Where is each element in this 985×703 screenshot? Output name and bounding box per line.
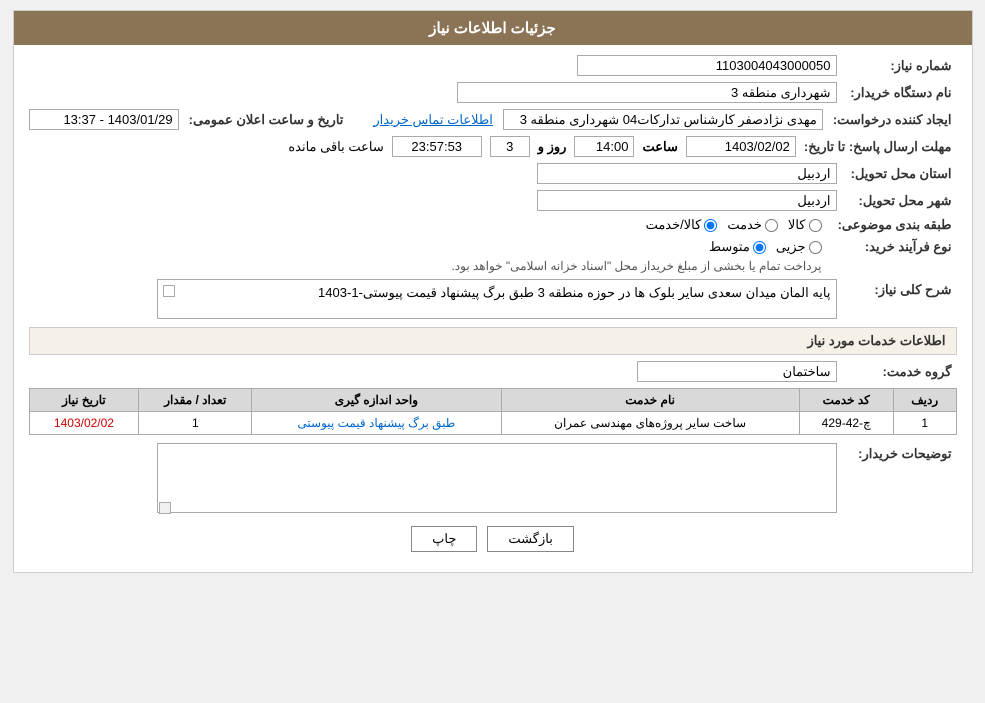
category-kala-khedmat[interactable]: کالا/خدمت [646,217,718,233]
category-label: طبقه بندی موضوعی: [837,217,957,233]
col-count: تعداد / مقدار [139,389,252,412]
city-label: شهر محل تحویل: [837,193,957,209]
category-kala[interactable]: کالا [788,217,822,233]
province-row: استان محل تحویل: [29,163,957,184]
send-date-row: مهلت ارسال پاسخ: تا تاریخ: ساعت روز و سا… [29,136,957,157]
need-number-label: شماره نیاز: [837,58,957,74]
process-motavaset[interactable]: متوسط [709,239,766,255]
announce-date-input[interactable] [29,109,179,130]
buyer-org-row: نام دستگاه خریدار: [29,82,957,103]
cell-code: چ-42-429 [799,412,893,435]
need-number-input[interactable] [577,55,837,76]
process-note: پرداخت تمام یا بخشی از مبلغ خریداز محل "… [451,259,821,273]
announce-date-label: تاریخ و ساعت اعلان عمومی: [189,112,349,128]
process-jozvi[interactable]: جزیی [776,239,822,255]
resize-handle[interactable] [163,285,175,297]
cell-name: ساخت سایر پروژه‌های مهندسی عمران [501,412,799,435]
page-header: جزئیات اطلاعات نیاز [14,11,972,45]
process-motavaset-radio[interactable] [753,241,766,254]
category-kala-radio[interactable] [809,219,822,232]
print-button[interactable]: چاپ [411,526,477,552]
buyer-notes-textarea[interactable] [157,443,837,513]
city-row: شهر محل تحویل: [29,190,957,211]
buyer-org-label: نام دستگاه خریدار: [837,85,957,101]
col-unit: واحد اندازه گیری [252,389,501,412]
services-section-title: اطلاعات خدمات مورد نیاز [29,327,957,355]
main-container: جزئیات اطلاعات نیاز شماره نیاز: نام دستگ… [13,10,973,573]
process-label: نوع فرآیند خرید: [837,239,957,255]
col-code: کد خدمت [799,389,893,412]
creator-input[interactable] [503,109,823,130]
col-radif: ردیف [893,389,956,412]
process-jozvi-radio[interactable] [809,241,822,254]
category-kala-khedmat-radio[interactable] [704,219,717,232]
city-input[interactable] [537,190,837,211]
textarea-resize-handle[interactable] [159,502,171,514]
content: شماره نیاز: نام دستگاه خریدار: ایجاد کنن… [14,45,972,572]
need-desc-box: پایه المان میدان سعدی سایر بلوک ها در حو… [157,279,837,319]
buyer-notes-row: توضیحات خریدار: [29,443,957,516]
deadline-time-input[interactable] [574,136,634,157]
need-number-row: شماره نیاز: [29,55,957,76]
service-group-row: گروه خدمت: [29,361,957,382]
need-desc-label: شرح کلی نیاز: [837,279,957,298]
time-label: ساعت [642,139,677,155]
category-row: طبقه بندی موضوعی: کالا خدمت کالا/خدمت [29,217,957,233]
process-row: نوع فرآیند خرید: جزیی متوسط پرداخت تمام … [29,239,957,273]
service-group-input[interactable] [637,361,837,382]
creator-label: ایجاد کننده درخواست: [833,112,957,128]
deadline-remaining-input[interactable] [392,136,482,157]
col-name: نام خدمت [501,389,799,412]
buyer-org-input[interactable] [457,82,837,103]
cell-date: 1403/02/02 [29,412,139,435]
cell-count: 1 [139,412,252,435]
process-radio-group: جزیی متوسط [451,239,821,255]
creator-row: ایجاد کننده درخواست: اطلاعات تماس خریدار… [29,109,957,130]
category-khedmat-radio[interactable] [765,219,778,232]
remaining-label: ساعت باقی مانده [288,139,383,155]
col-date: تاریخ نیاز [29,389,139,412]
page-title: جزئیات اطلاعات نیاز [429,20,556,37]
button-container: بازگشت چاپ [29,526,957,552]
deadline-days-input[interactable] [490,136,530,157]
send-date-label: مهلت ارسال پاسخ: تا تاریخ: [804,139,957,155]
service-group-label: گروه خدمت: [837,364,957,380]
cell-unit: طبق برگ پیشنهاد قیمت پیوستی [252,412,501,435]
days-label: روز و [538,139,567,155]
service-table: ردیف کد خدمت نام خدمت واحد اندازه گیری ت… [29,388,957,435]
need-desc-text: پایه المان میدان سعدی سایر بلوک ها در حو… [318,285,830,300]
category-khedmat[interactable]: خدمت [727,217,778,233]
creator-link[interactable]: اطلاعات تماس خریدار [373,112,492,128]
province-label: استان محل تحویل: [837,166,957,182]
back-button[interactable]: بازگشت [487,526,573,552]
deadline-date-input[interactable] [686,136,796,157]
province-input[interactable] [537,163,837,184]
cell-radif: 1 [893,412,956,435]
table-row: 1 چ-42-429 ساخت سایر پروژه‌های مهندسی عم… [29,412,956,435]
buyer-notes-label: توضیحات خریدار: [837,443,957,462]
category-radio-group: کالا خدمت کالا/خدمت [646,217,822,233]
need-desc-row: شرح کلی نیاز: پایه المان میدان سعدی سایر… [29,279,957,319]
